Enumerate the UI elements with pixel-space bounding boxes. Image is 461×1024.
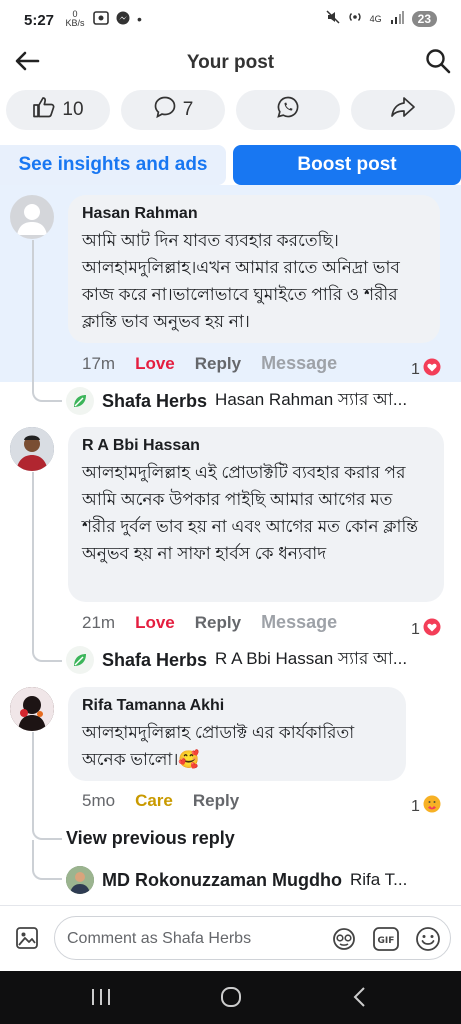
reply-preview-text: Hasan Rahman স্যার আ...: [215, 390, 408, 409]
thread-branch: [32, 860, 62, 880]
see-insights-button[interactable]: See insights and ads: [0, 145, 226, 185]
share-icon: [390, 96, 416, 124]
notification-dot-icon: •: [137, 11, 142, 27]
avatar[interactable]: [10, 687, 54, 731]
comment-text: আলহামদুলিল্লাহ প্রোডাক্ট এর কার্যকারিতা …: [82, 723, 355, 769]
gif-icon[interactable]: GIF: [373, 927, 399, 956]
care-reaction-button[interactable]: Care: [135, 791, 173, 811]
comment-author[interactable]: Rifa Tamanna Akhi: [82, 697, 392, 715]
boost-post-button[interactable]: Boost post: [233, 145, 461, 185]
search-icon[interactable]: [425, 48, 451, 79]
comment-author[interactable]: Hasan Rahman: [82, 205, 426, 223]
data-rate-indicator: 0 KB/s: [65, 9, 85, 28]
reaction-number: 1: [411, 360, 420, 378]
comment-meta: 21m Love Reply Message: [82, 612, 337, 633]
avatar-sticker-icon[interactable]: [331, 926, 357, 957]
home-icon[interactable]: [219, 985, 243, 1014]
like-button[interactable]: 10: [6, 90, 110, 130]
signal-icon: [390, 10, 404, 27]
view-previous-reply-link[interactable]: View previous reply: [66, 828, 235, 849]
back-nav-icon[interactable]: [350, 985, 370, 1014]
page-avatar: [66, 387, 94, 415]
share-button[interactable]: [351, 90, 455, 130]
reply-preview[interactable]: Shafa Herbs R A Bbi Hassan স্যার আ...: [66, 646, 407, 674]
reaction-count[interactable]: 1: [411, 795, 441, 818]
reply-preview[interactable]: MD Rokonuzzaman Mugdho Rifa T...: [66, 866, 407, 894]
thread-line: [32, 732, 34, 822]
status-time: 5:27: [24, 12, 55, 29]
reply-author: Shafa Herbs: [102, 649, 208, 670]
page-title: Your post: [186, 52, 275, 73]
like-count: 10: [62, 99, 84, 120]
status-bar: 5:27 0 KB/s • 4G 23: [0, 0, 461, 40]
reaction-count[interactable]: 1: [411, 358, 441, 381]
reaction-count[interactable]: 1: [411, 618, 441, 641]
screen-record-icon: [93, 10, 109, 28]
reaction-number: 1: [411, 620, 420, 638]
photo-icon[interactable]: [15, 926, 39, 955]
network-type: 4G: [369, 13, 382, 24]
comment-time: 5mo: [82, 791, 116, 810]
like-icon: [32, 96, 56, 124]
mute-icon: [326, 10, 340, 27]
thread-branch: [32, 642, 62, 662]
comment-placeholder: Comment as Shafa Herbs: [67, 930, 252, 947]
comment-time: 21m: [82, 613, 116, 632]
comment-meta: 5mo Care Reply: [82, 791, 239, 811]
page-avatar: [66, 646, 94, 674]
thread-line: [32, 472, 34, 642]
hotspot-icon: [348, 10, 362, 27]
comment-composer: Comment as Shafa Herbs GIF: [0, 905, 461, 971]
emoji-icon[interactable]: [415, 926, 441, 957]
love-reaction-button[interactable]: Love: [135, 354, 175, 374]
reaction-number: 1: [411, 797, 420, 815]
comment-text: আলহামদুলিল্লাহ এই প্রোডাক্টটি ব্যবহার কর…: [82, 463, 419, 563]
screen: 5:27 0 KB/s • 4G 23 Your post 10 7 See i…: [0, 0, 461, 1024]
love-icon: [423, 358, 441, 381]
comment-icon: [153, 95, 177, 125]
comment-meta: 17m Love Reply Message: [82, 353, 337, 374]
comment-author[interactable]: R A Bbi Hassan: [82, 437, 430, 455]
reply-avatar: [66, 866, 94, 894]
thread-line: [32, 840, 34, 862]
care-icon: [423, 795, 441, 818]
svg-text:GIF: GIF: [378, 936, 395, 946]
app-header: Your post: [0, 40, 461, 84]
thread-line: [32, 240, 34, 382]
whatsapp-button[interactable]: [236, 90, 340, 130]
comment-bubble[interactable]: R A Bbi Hassan আলহামদুলিল্লাহ এই প্রোডাক…: [68, 427, 444, 602]
reply-button[interactable]: Reply: [195, 354, 241, 374]
battery-indicator: 23: [411, 10, 437, 27]
comment-count: 7: [182, 99, 194, 120]
reply-button[interactable]: Reply: [195, 613, 241, 633]
love-icon: [423, 618, 441, 641]
whatsapp-icon: [276, 95, 300, 125]
comment-bubble[interactable]: Rifa Tamanna Akhi আলহামদুলিল্লাহ প্রোডাক…: [68, 687, 406, 781]
thread-branch: [32, 822, 62, 840]
system-nav-bar: [0, 971, 461, 1024]
recent-apps-icon[interactable]: [90, 987, 112, 1012]
comment-bubble[interactable]: Hasan Rahman আমি আট দিন যাবত ব্যবহার করত…: [68, 195, 440, 343]
comment-time: 17m: [82, 354, 116, 373]
reply-preview-text: Rifa T...: [349, 870, 408, 889]
reply-button[interactable]: Reply: [193, 791, 239, 811]
thread-branch: [32, 382, 62, 402]
message-button[interactable]: Message: [261, 353, 337, 374]
avatar[interactable]: [10, 195, 54, 239]
reply-author: Shafa Herbs: [102, 390, 208, 411]
messenger-icon: [116, 11, 130, 28]
comment-text: আমি আট দিন যাবত ব্যবহার করতেছি। আলহামদুল…: [82, 231, 400, 331]
reply-preview-text: R A Bbi Hassan স্যার আ...: [215, 649, 408, 668]
reply-author: MD Rokonuzzaman Mugdho: [102, 869, 342, 890]
love-reaction-button[interactable]: Love: [135, 613, 175, 633]
avatar[interactable]: [10, 427, 54, 471]
reply-preview[interactable]: Shafa Herbs Hasan Rahman স্যার আ...: [66, 387, 407, 415]
comment-button[interactable]: 7: [121, 90, 225, 130]
comment-input[interactable]: Comment as Shafa Herbs GIF: [54, 916, 451, 960]
message-button[interactable]: Message: [261, 612, 337, 633]
